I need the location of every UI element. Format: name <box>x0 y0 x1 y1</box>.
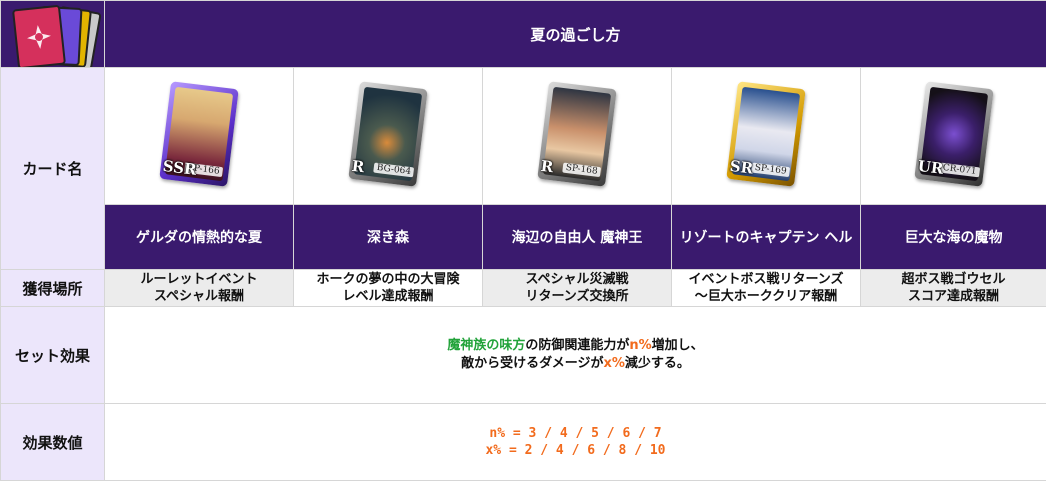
location-line: スペシャル報酬 <box>105 288 293 305</box>
location-line: ルーレットイベント <box>105 271 293 288</box>
location-cell-4: イベントボス戦リターンズ ～巨大ホーククリア報酬 <box>672 270 861 307</box>
location-cell-5: 超ボス戦ゴウセル スコア達成報酬 <box>861 270 1046 307</box>
location-line: ～巨大ホーククリア報酬 <box>672 288 860 305</box>
faction-highlight: 魔神族の味方 <box>447 338 525 353</box>
card-image[interactable]: BG-064 R <box>348 81 427 187</box>
header-icon-cell <box>1 1 105 68</box>
n-values: n% = 3 / 4 / 5 / 6 / 7 <box>105 425 1046 442</box>
x-variable: x% <box>603 356 624 371</box>
set-effect-text: 魔神族の味方の防御関連能力がn%増加し、 敵から受けるダメージがx%減少する。 <box>105 307 1046 404</box>
rank-badge: R <box>540 157 555 176</box>
card-name-row: ゲルダの情熱的な夏 深き森 海辺の自由人 魔神王 リゾートのキャプテン ヘル 巨… <box>1 205 1046 270</box>
effect-values-label: 効果数値 <box>1 404 105 481</box>
location-label: 獲得場所 <box>1 270 105 307</box>
location-line: イベントボス戦リターンズ <box>672 271 860 288</box>
effect-values-row: 効果数値 n% = 3 / 4 / 5 / 6 / 7 x% = 2 / 4 /… <box>1 404 1046 481</box>
card-stack-icon <box>11 5 101 65</box>
location-line: レベル達成報酬 <box>294 288 482 305</box>
header-row: 夏の過ごし方 <box>1 1 1046 68</box>
effect-text: の防御関連能力が <box>525 338 629 353</box>
set-effect-label: セット効果 <box>1 307 105 404</box>
card-thumbnail-1[interactable]: SP-166 SSR <box>105 68 294 205</box>
card-image-row: カード名 SP-166 SSR BG-064 R SP-168 R <box>1 68 1046 205</box>
card-name-label: カード名 <box>1 68 105 270</box>
location-line: スペシャル災滅戦 <box>483 271 671 288</box>
card-name-5[interactable]: 巨大な海の魔物 <box>861 205 1046 270</box>
n-variable: n% <box>629 338 651 353</box>
effect-text: 増加し、 <box>652 338 704 353</box>
effect-text: 敵から受けるダメージが <box>461 356 603 371</box>
card-name-2[interactable]: 深き森 <box>294 205 483 270</box>
effect-values: n% = 3 / 4 / 5 / 6 / 7 x% = 2 / 4 / 6 / … <box>105 404 1046 481</box>
location-line: 超ボス戦ゴウセル <box>861 271 1046 288</box>
location-line: リターンズ交換所 <box>483 288 671 305</box>
location-cell-1: ルーレットイベント スペシャル報酬 <box>105 270 294 307</box>
card-name-1[interactable]: ゲルダの情熱的な夏 <box>105 205 294 270</box>
rank-badge: R <box>351 157 366 176</box>
card-image[interactable]: SP-168 R <box>537 81 616 187</box>
rank-badge: UR <box>916 157 944 178</box>
location-cell-2: ホークの夢の中の大冒険 レベル達成報酬 <box>294 270 483 307</box>
location-line: ホークの夢の中の大冒険 <box>294 271 482 288</box>
effect-text: 減少する。 <box>625 356 690 371</box>
card-thumbnail-2[interactable]: BG-064 R <box>294 68 483 205</box>
set-title: 夏の過ごし方 <box>105 1 1046 68</box>
card-name-3[interactable]: 海辺の自由人 魔神王 <box>483 205 672 270</box>
card-name-4[interactable]: リゾートのキャプテン ヘル <box>672 205 861 270</box>
card-thumbnail-3[interactable]: SP-168 R <box>483 68 672 205</box>
card-image[interactable]: SP-166 SSR <box>159 81 238 187</box>
rank-badge: SSR <box>162 157 198 179</box>
card-set-table: 夏の過ごし方 カード名 SP-166 SSR BG-064 R SP-168 R <box>0 0 1046 481</box>
card-image[interactable]: SP-169 SR <box>726 81 805 187</box>
x-values: x% = 2 / 4 / 6 / 8 / 10 <box>105 442 1046 459</box>
card-image[interactable]: CR-071 UR <box>914 81 993 187</box>
rank-badge: SR <box>729 157 754 178</box>
card-thumbnail-5[interactable]: CR-071 UR <box>861 68 1046 205</box>
location-line: スコア達成報酬 <box>861 288 1046 305</box>
set-effect-row: セット効果 魔神族の味方の防御関連能力がn%増加し、 敵から受けるダメージがx%… <box>1 307 1046 404</box>
card-thumbnail-4[interactable]: SP-169 SR <box>672 68 861 205</box>
location-cell-3: スペシャル災滅戦 リターンズ交換所 <box>483 270 672 307</box>
location-row: 獲得場所 ルーレットイベント スペシャル報酬 ホークの夢の中の大冒険 レベル達成… <box>1 270 1046 307</box>
